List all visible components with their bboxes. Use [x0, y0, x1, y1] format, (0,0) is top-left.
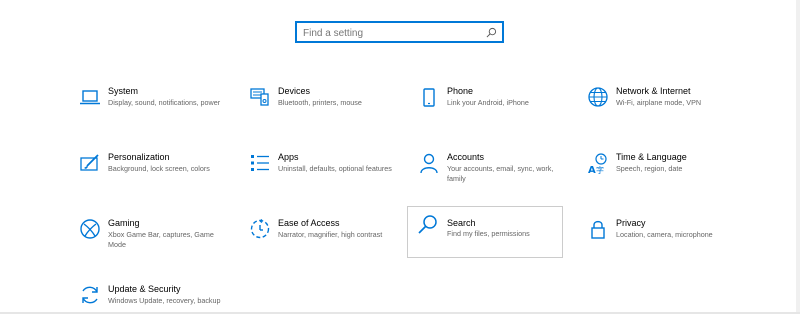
- search-icon: [417, 214, 439, 236]
- tile-title: Gaming: [108, 218, 140, 228]
- tile-title: Privacy: [616, 218, 646, 228]
- tile-description: Display, sound, notifications, power: [108, 98, 221, 107]
- tile-update-security[interactable]: Update & Security Windows Update, recove…: [73, 278, 227, 330]
- ease-of-access-icon: [249, 218, 271, 240]
- xbox-icon: [79, 218, 101, 240]
- time-language-icon: A字: [587, 152, 609, 174]
- tile-description: Location, camera, microphone: [616, 230, 713, 239]
- tile-title: Network & Internet: [616, 86, 691, 96]
- tile-system[interactable]: System Display, sound, notifications, po…: [73, 80, 227, 132]
- search-icon[interactable]: [486, 27, 497, 38]
- lock-icon: [587, 218, 609, 240]
- tile-description: Uninstall, defaults, optional features: [278, 164, 392, 173]
- tile-search[interactable]: Search Find my files, permissions: [407, 206, 563, 258]
- tile-title: Update & Security: [108, 284, 181, 294]
- tile-title: Time & Language: [616, 152, 687, 162]
- search-input[interactable]: [303, 25, 483, 41]
- tile-apps[interactable]: Apps Uninstall, defaults, optional featu…: [243, 146, 397, 198]
- tile-gaming[interactable]: Gaming Xbox Game Bar, captures, Game Mod…: [73, 212, 227, 264]
- settings-search-box[interactable]: [295, 21, 504, 43]
- person-icon: [418, 152, 440, 174]
- tile-description: Background, lock screen, colors: [108, 164, 210, 173]
- tile-title: Personalization: [108, 152, 170, 162]
- globe-icon: [587, 86, 609, 108]
- tile-title: Phone: [447, 86, 474, 96]
- tile-description: Xbox Game Bar, captures, Game Mode: [108, 230, 214, 249]
- tile-devices[interactable]: Devices Bluetooth, printers, mouse: [243, 80, 397, 132]
- tile-accounts[interactable]: Accounts Your accounts, email, sync, wor…: [412, 146, 566, 198]
- tile-title: Search: [447, 218, 476, 228]
- tile-description: Wi-Fi, airplane mode, VPN: [616, 98, 702, 107]
- tile-title: Apps: [278, 152, 299, 162]
- svg-text:字: 字: [596, 165, 604, 174]
- tile-title: Accounts: [447, 152, 485, 162]
- tile-description: Bluetooth, printers, mouse: [278, 98, 362, 107]
- svg-text:A: A: [588, 165, 596, 174]
- tile-personalization[interactable]: Personalization Background, lock screen,…: [73, 146, 227, 198]
- tile-description: Speech, region, date: [616, 164, 683, 173]
- tile-ease-of-access[interactable]: Ease of Access Narrator, magnifier, high…: [243, 212, 397, 264]
- tile-description: Link your Android, iPhone: [447, 98, 529, 107]
- tile-description: Your accounts, email, sync, work, family: [447, 164, 554, 183]
- apps-list-icon: [249, 152, 271, 174]
- scrollbar[interactable]: [796, 0, 800, 314]
- sync-icon: [79, 284, 101, 306]
- devices-icon: [249, 86, 271, 108]
- tile-network-internet[interactable]: Network & Internet Wi-Fi, airplane mode,…: [581, 80, 735, 132]
- tile-description: Windows Update, recovery, backup: [108, 296, 221, 305]
- paintbrush-icon: [79, 152, 101, 174]
- tile-title: System: [108, 86, 139, 96]
- tile-time-language[interactable]: A字 Time & Language Speech, region, date: [581, 146, 735, 198]
- tile-privacy[interactable]: Privacy Location, camera, microphone: [581, 212, 735, 264]
- tile-title: Devices: [278, 86, 311, 96]
- phone-icon: [418, 86, 440, 108]
- tile-title: Ease of Access: [278, 218, 340, 228]
- laptop-icon: [79, 86, 101, 108]
- tile-phone[interactable]: Phone Link your Android, iPhone: [412, 80, 566, 132]
- tile-description: Narrator, magnifier, high contrast: [278, 230, 383, 239]
- tile-description: Find my files, permissions: [447, 229, 530, 238]
